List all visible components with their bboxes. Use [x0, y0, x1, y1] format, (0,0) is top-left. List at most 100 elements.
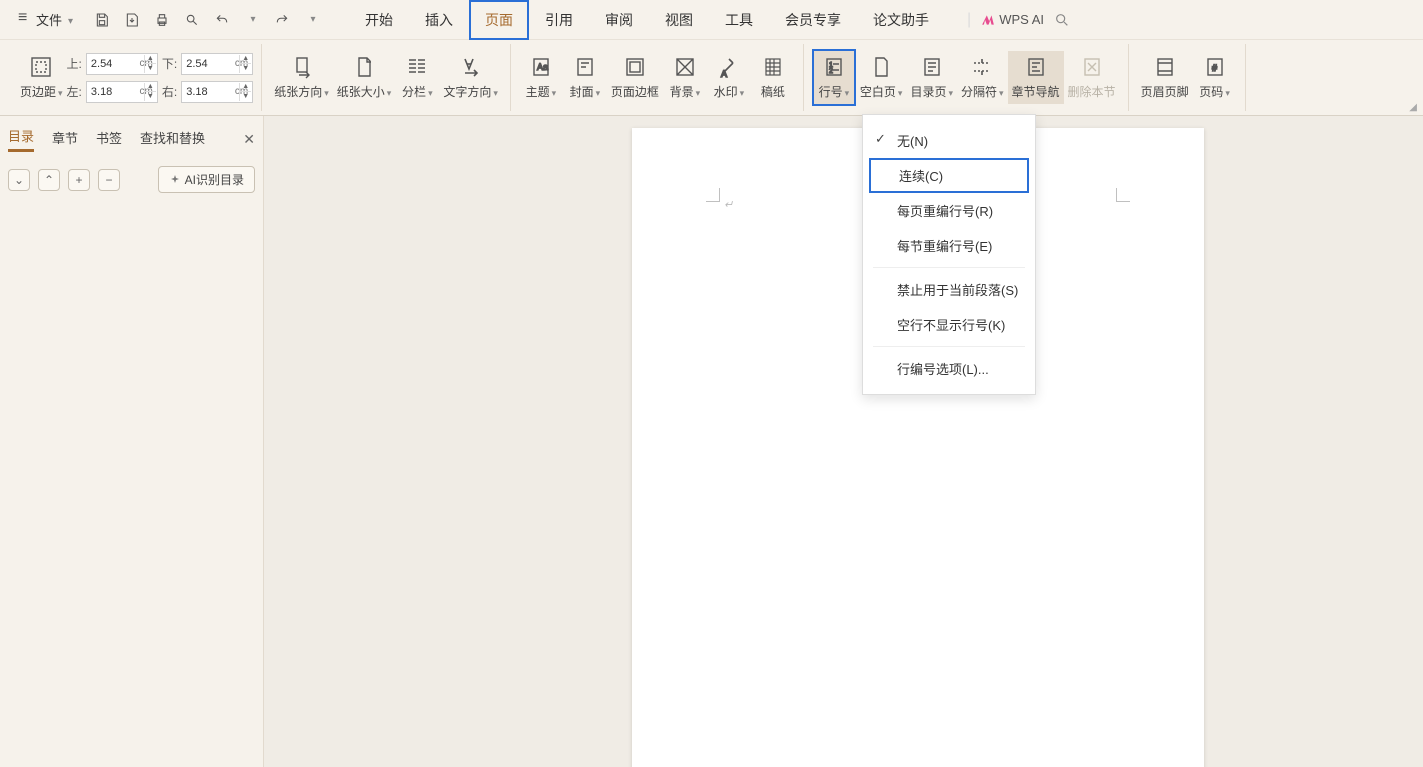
margin-guide-tr [1116, 188, 1130, 202]
line-number-icon: 12 [822, 55, 846, 79]
line-number-none[interactable]: 无(N) [863, 123, 1035, 158]
tab-thesis[interactable]: 论文助手 [857, 0, 945, 40]
sidebar-close-button[interactable]: ✕ [243, 131, 255, 148]
wps-ai-icon [981, 13, 995, 27]
header-footer-button[interactable]: 页眉页脚 [1137, 51, 1193, 104]
undo-icon[interactable] [211, 9, 233, 31]
line-number-continuous[interactable]: 连续(C) [869, 158, 1029, 193]
svg-text:2: 2 [829, 68, 833, 75]
margin-left-value: 3.18 [91, 86, 112, 98]
redo-icon[interactable] [271, 9, 293, 31]
ribbon-tabs: 开始 插入 页面 引用 审阅 视图 工具 会员专享 论文助手 [349, 0, 945, 40]
svg-text:Aa: Aa [537, 62, 548, 72]
margin-guide-tl [706, 188, 720, 202]
dropdown-separator [873, 267, 1025, 268]
margin-left-input[interactable]: 3.18 cm ▲▼ [86, 81, 158, 103]
columns-button[interactable]: 分栏 [395, 51, 439, 104]
page-border-icon [623, 55, 647, 79]
margin-right-label: 右: [162, 83, 177, 100]
menu-hamburger-icon [18, 11, 32, 29]
sidebar-tab-findreplace[interactable]: 查找和替换 [140, 128, 205, 151]
watermark-button[interactable]: A 水印 [707, 51, 751, 104]
ribbon-launcher-icon[interactable]: ◢ [1409, 102, 1417, 113]
toc-page-button[interactable]: 目录页 [906, 51, 957, 104]
tab-insert[interactable]: 插入 [409, 0, 469, 40]
margins-button[interactable]: 页边距 [16, 51, 67, 104]
redo-caret[interactable] [301, 9, 323, 31]
line-number-dropdown: 无(N) 连续(C) 每页重编行号(R) 每节重编行号(E) 禁止用于当前段落(… [862, 114, 1036, 395]
ai-recognize-toc-button[interactable]: AI识别目录 [158, 166, 255, 193]
text-direction-button[interactable]: 文字方向 [439, 51, 502, 104]
separator-icon [970, 55, 994, 79]
svg-text:#: # [1212, 63, 1217, 73]
print-preview-icon[interactable] [181, 9, 203, 31]
margin-bottom-input[interactable]: 2.54 cm ▲▼ [181, 53, 253, 75]
sidebar-remove-button[interactable]: − [98, 169, 120, 191]
chapter-nav-button[interactable]: 章节导航 [1008, 51, 1064, 104]
margin-top-down[interactable]: ▼ [145, 64, 156, 73]
print-icon[interactable] [151, 9, 173, 31]
line-number-options[interactable]: 行编号选项(L)... [863, 351, 1035, 386]
background-button[interactable]: 背景 [663, 51, 707, 104]
page-border-button[interactable]: 页面边框 [607, 51, 663, 104]
separator-button[interactable]: 分隔符 [957, 51, 1008, 104]
draft-paper-button[interactable]: 稿纸 [751, 51, 795, 104]
save-icon[interactable] [91, 9, 113, 31]
sidebar-collapse-up-button[interactable]: ⌃ [38, 169, 60, 191]
text-direction-icon [459, 55, 483, 79]
line-number-suppress[interactable]: 禁止用于当前段落(S) [863, 272, 1035, 307]
save-as-icon[interactable] [121, 9, 143, 31]
tab-view[interactable]: 视图 [649, 0, 709, 40]
line-number-button[interactable]: 12 行号 [812, 49, 856, 106]
page-number-button[interactable]: # 页码 [1193, 51, 1237, 104]
tab-member[interactable]: 会员专享 [769, 0, 857, 40]
tab-reference[interactable]: 引用 [529, 0, 589, 40]
sidebar-add-button[interactable]: + [68, 169, 90, 191]
toc-page-icon [920, 55, 944, 79]
margins-icon [29, 55, 53, 79]
sparkle-icon [169, 174, 181, 186]
orientation-icon [290, 55, 314, 79]
blank-page-button[interactable]: 空白页 [856, 51, 907, 104]
sidebar-tab-bookmark[interactable]: 书签 [96, 128, 122, 151]
tab-review[interactable]: 审阅 [589, 0, 649, 40]
wps-ai-button[interactable]: WPS AI [981, 12, 1044, 27]
margin-bottom-label: 下: [162, 55, 177, 72]
theme-button[interactable]: Aa 主题 [519, 51, 563, 104]
navigation-sidebar: 目录 章节 书签 查找和替换 ✕ ⌄ ⌃ + − AI识别目录 [0, 116, 264, 767]
margins-label: 页边距 [20, 83, 56, 100]
page-number-icon: # [1203, 55, 1227, 79]
margin-right-input[interactable]: 3.18 cm ▲▼ [181, 81, 253, 103]
tab-tools[interactable]: 工具 [709, 0, 769, 40]
document-canvas[interactable]: ↵ [264, 116, 1423, 767]
tab-start[interactable]: 开始 [349, 0, 409, 40]
group-design: Aa 主题 封面 页面边框 背景 A 水印 稿纸 [511, 44, 804, 111]
line-number-restart-section[interactable]: 每节重编行号(E) [863, 228, 1035, 263]
ai-recognize-toc-label: AI识别目录 [185, 171, 244, 188]
undo-caret[interactable] [241, 9, 263, 31]
chapter-nav-icon [1024, 55, 1048, 79]
margin-top-up[interactable]: ▲ [145, 55, 156, 65]
tab-page[interactable]: 页面 [469, 0, 529, 40]
sidebar-tab-chapter[interactable]: 章节 [52, 128, 78, 151]
background-icon [673, 55, 697, 79]
margin-top-input[interactable]: 2.54 cm ▲▼ [86, 53, 158, 75]
group-sections: 12 行号 空白页 目录页 分隔符 章节导航 删除本节 [804, 44, 1129, 111]
quick-access-toolbar [91, 9, 323, 31]
sidebar-expand-down-button[interactable]: ⌄ [8, 169, 30, 191]
margin-top-value: 2.54 [91, 58, 112, 70]
draft-paper-icon [761, 55, 785, 79]
group-margins: 页边距 上: 2.54 cm ▲▼ 下: 2.54 cm ▲▼ 左: [8, 44, 262, 111]
sidebar-tab-toc[interactable]: 目录 [8, 126, 34, 152]
margin-top-label: 上: [67, 55, 82, 72]
svg-text:A: A [721, 69, 727, 79]
search-icon[interactable] [1054, 12, 1070, 28]
cover-icon [573, 55, 597, 79]
orientation-button[interactable]: 纸张方向 [270, 51, 333, 104]
line-number-skip-blank[interactable]: 空行不显示行号(K) [863, 307, 1035, 342]
file-menu[interactable]: 文件 [10, 6, 81, 33]
paper-size-button[interactable]: 纸张大小 [333, 51, 396, 104]
line-number-restart-page[interactable]: 每页重编行号(R) [863, 193, 1035, 228]
cover-button[interactable]: 封面 [563, 51, 607, 104]
theme-icon: Aa [529, 55, 553, 79]
